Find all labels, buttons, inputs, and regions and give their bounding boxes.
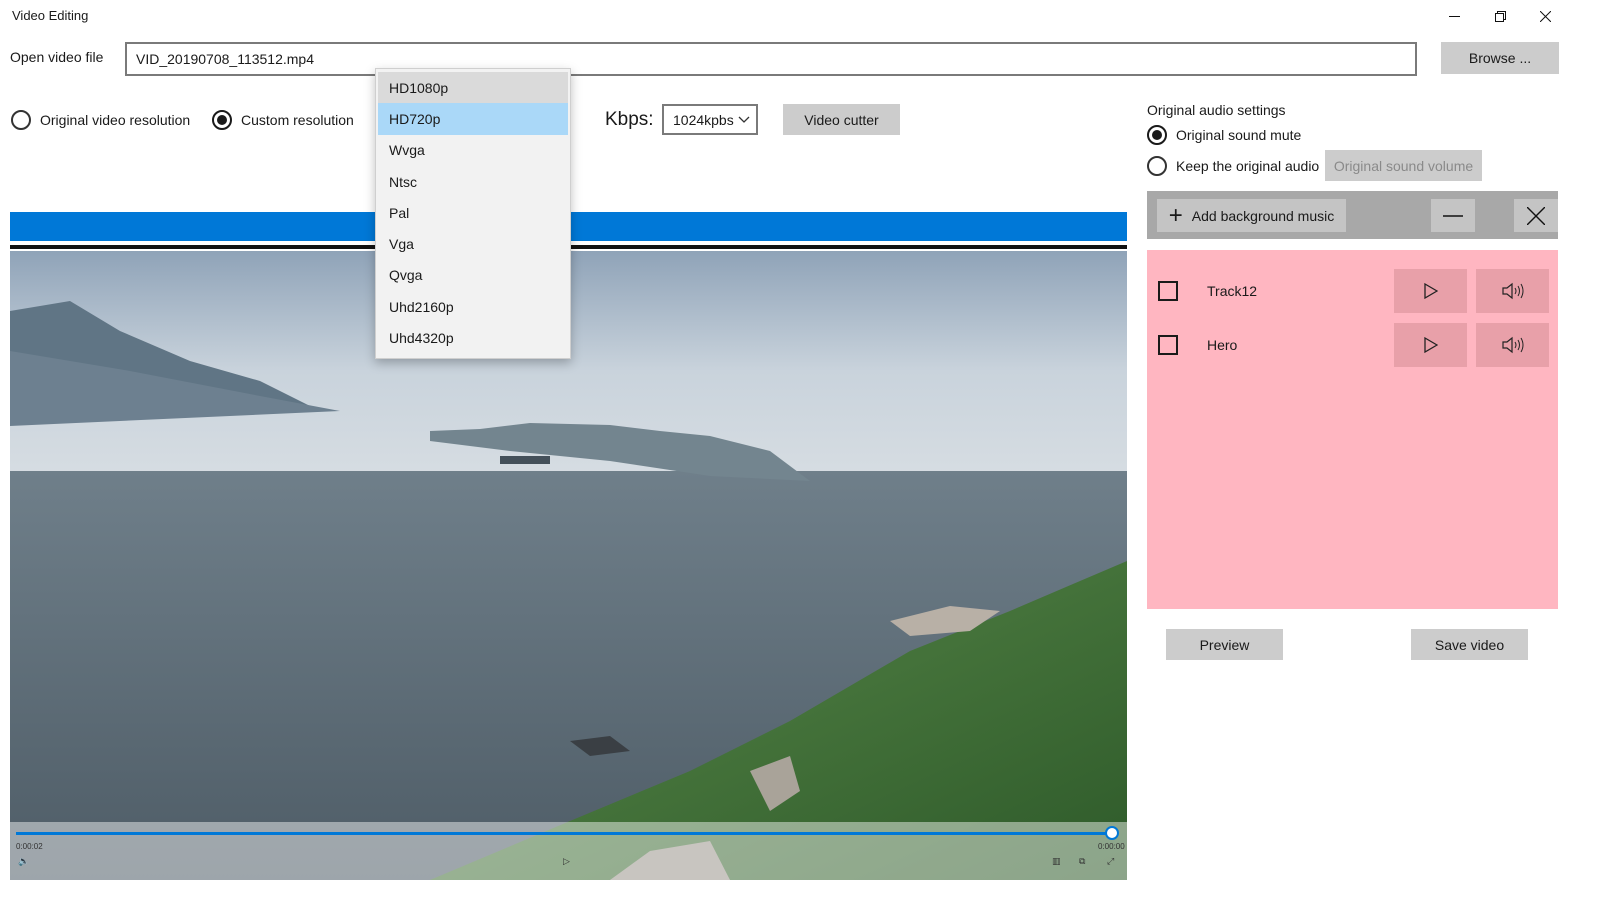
close-icon [1539, 10, 1551, 22]
cast-icon[interactable]: ⧉ [1079, 856, 1085, 867]
progress-bar[interactable] [16, 832, 1112, 835]
kbps-label: Kbps: [605, 109, 654, 130]
original-resolution-option[interactable]: Original video resolution [11, 110, 190, 130]
track-name: Track12 [1207, 283, 1258, 299]
track-name: Hero [1207, 337, 1238, 353]
mute-option[interactable]: Original sound mute [1147, 125, 1301, 145]
clear-music-button[interactable] [1514, 199, 1558, 232]
track-volume-button[interactable] [1476, 323, 1549, 367]
resolution-option-qvga[interactable]: Qvga [378, 260, 568, 291]
chevron-down-icon [738, 113, 750, 125]
mute-label: Original sound mute [1176, 127, 1302, 143]
close-icon [1527, 206, 1545, 225]
play-icon [1423, 283, 1438, 299]
minimize-icon [1448, 15, 1460, 17]
progress-thumb[interactable] [1105, 826, 1119, 840]
kbps-value: 1024kpbs [673, 111, 734, 128]
speaker-icon [1501, 282, 1523, 300]
title-bar: Video Editing [0, 0, 1600, 32]
track-checkbox[interactable] [1158, 335, 1178, 355]
volume-icon[interactable]: 🔈 [18, 856, 29, 867]
remove-music-button[interactable] [1431, 199, 1475, 232]
captions-icon[interactable]: ▥ [1052, 856, 1061, 867]
audio-settings-title: Original audio settings [1147, 102, 1286, 118]
fullscreen-icon[interactable]: ⤢ [1107, 856, 1114, 867]
track-volume-button[interactable] [1476, 269, 1549, 313]
track-list: Track12 Hero [1147, 250, 1558, 609]
plus-icon: + [1168, 201, 1183, 229]
close-window-button[interactable] [1522, 0, 1568, 32]
resolution-option-vga[interactable]: Vga [378, 228, 568, 259]
play-icon[interactable]: ▷ [563, 856, 570, 867]
keep-audio-option[interactable]: Keep the original audio [1147, 156, 1319, 176]
resolution-dropdown[interactable]: HD1080p HD720p Wvga Ntsc Pal Vga Qvga Uh… [375, 68, 571, 359]
player-controls: 0:00:02 0:00:00 🔈 ▷ ▥ ⧉ ⤢ [10, 822, 1127, 880]
minimize-button[interactable] [1431, 0, 1477, 32]
custom-resolution-label: Custom resolution [241, 112, 354, 128]
track-checkbox[interactable] [1158, 281, 1178, 301]
custom-resolution-option[interactable]: Custom resolution [212, 110, 354, 130]
preview-button[interactable]: Preview [1166, 629, 1283, 660]
add-music-button[interactable]: + Add background music [1157, 199, 1346, 232]
track-play-button[interactable] [1394, 269, 1467, 313]
original-resolution-radio[interactable] [11, 110, 31, 130]
track-row: Track12 [1147, 269, 1558, 313]
resolution-option-ntsc[interactable]: Ntsc [378, 166, 568, 197]
keep-audio-radio[interactable] [1147, 156, 1167, 176]
speaker-icon [1501, 336, 1523, 354]
resolution-option-uhd2160p[interactable]: Uhd2160p [378, 291, 568, 322]
keep-audio-label: Keep the original audio [1176, 158, 1320, 174]
track-row: Hero [1147, 323, 1558, 367]
open-file-label: Open video file [10, 49, 104, 65]
end-time: 0:00:00 [1098, 842, 1125, 851]
resolution-option-hd720p[interactable]: HD720p [378, 103, 568, 135]
window-title: Video Editing [12, 8, 89, 23]
add-music-label: Add background music [1191, 207, 1335, 224]
current-time: 0:00:02 [16, 842, 43, 851]
restore-icon [1494, 10, 1506, 22]
minus-icon [1443, 214, 1463, 217]
custom-resolution-radio[interactable] [212, 110, 232, 130]
resolution-option-pal[interactable]: Pal [378, 197, 568, 228]
original-resolution-label: Original video resolution [40, 112, 191, 128]
mute-radio[interactable] [1147, 125, 1167, 145]
save-video-button[interactable]: Save video [1411, 629, 1528, 660]
browse-button[interactable]: Browse ... [1441, 42, 1559, 74]
file-path-input[interactable] [125, 42, 1417, 76]
restore-button[interactable] [1477, 0, 1523, 32]
resolution-option-uhd4320p[interactable]: Uhd4320p [378, 322, 568, 353]
original-volume-button[interactable]: Original sound volume [1325, 150, 1482, 181]
video-cutter-button[interactable]: Video cutter [783, 104, 900, 135]
play-icon [1423, 337, 1438, 353]
kbps-select[interactable]: 1024kpbs [662, 104, 758, 135]
resolution-option-hd1080p[interactable]: HD1080p [378, 72, 568, 104]
track-play-button[interactable] [1394, 323, 1467, 367]
resolution-option-wvga[interactable]: Wvga [378, 135, 568, 166]
